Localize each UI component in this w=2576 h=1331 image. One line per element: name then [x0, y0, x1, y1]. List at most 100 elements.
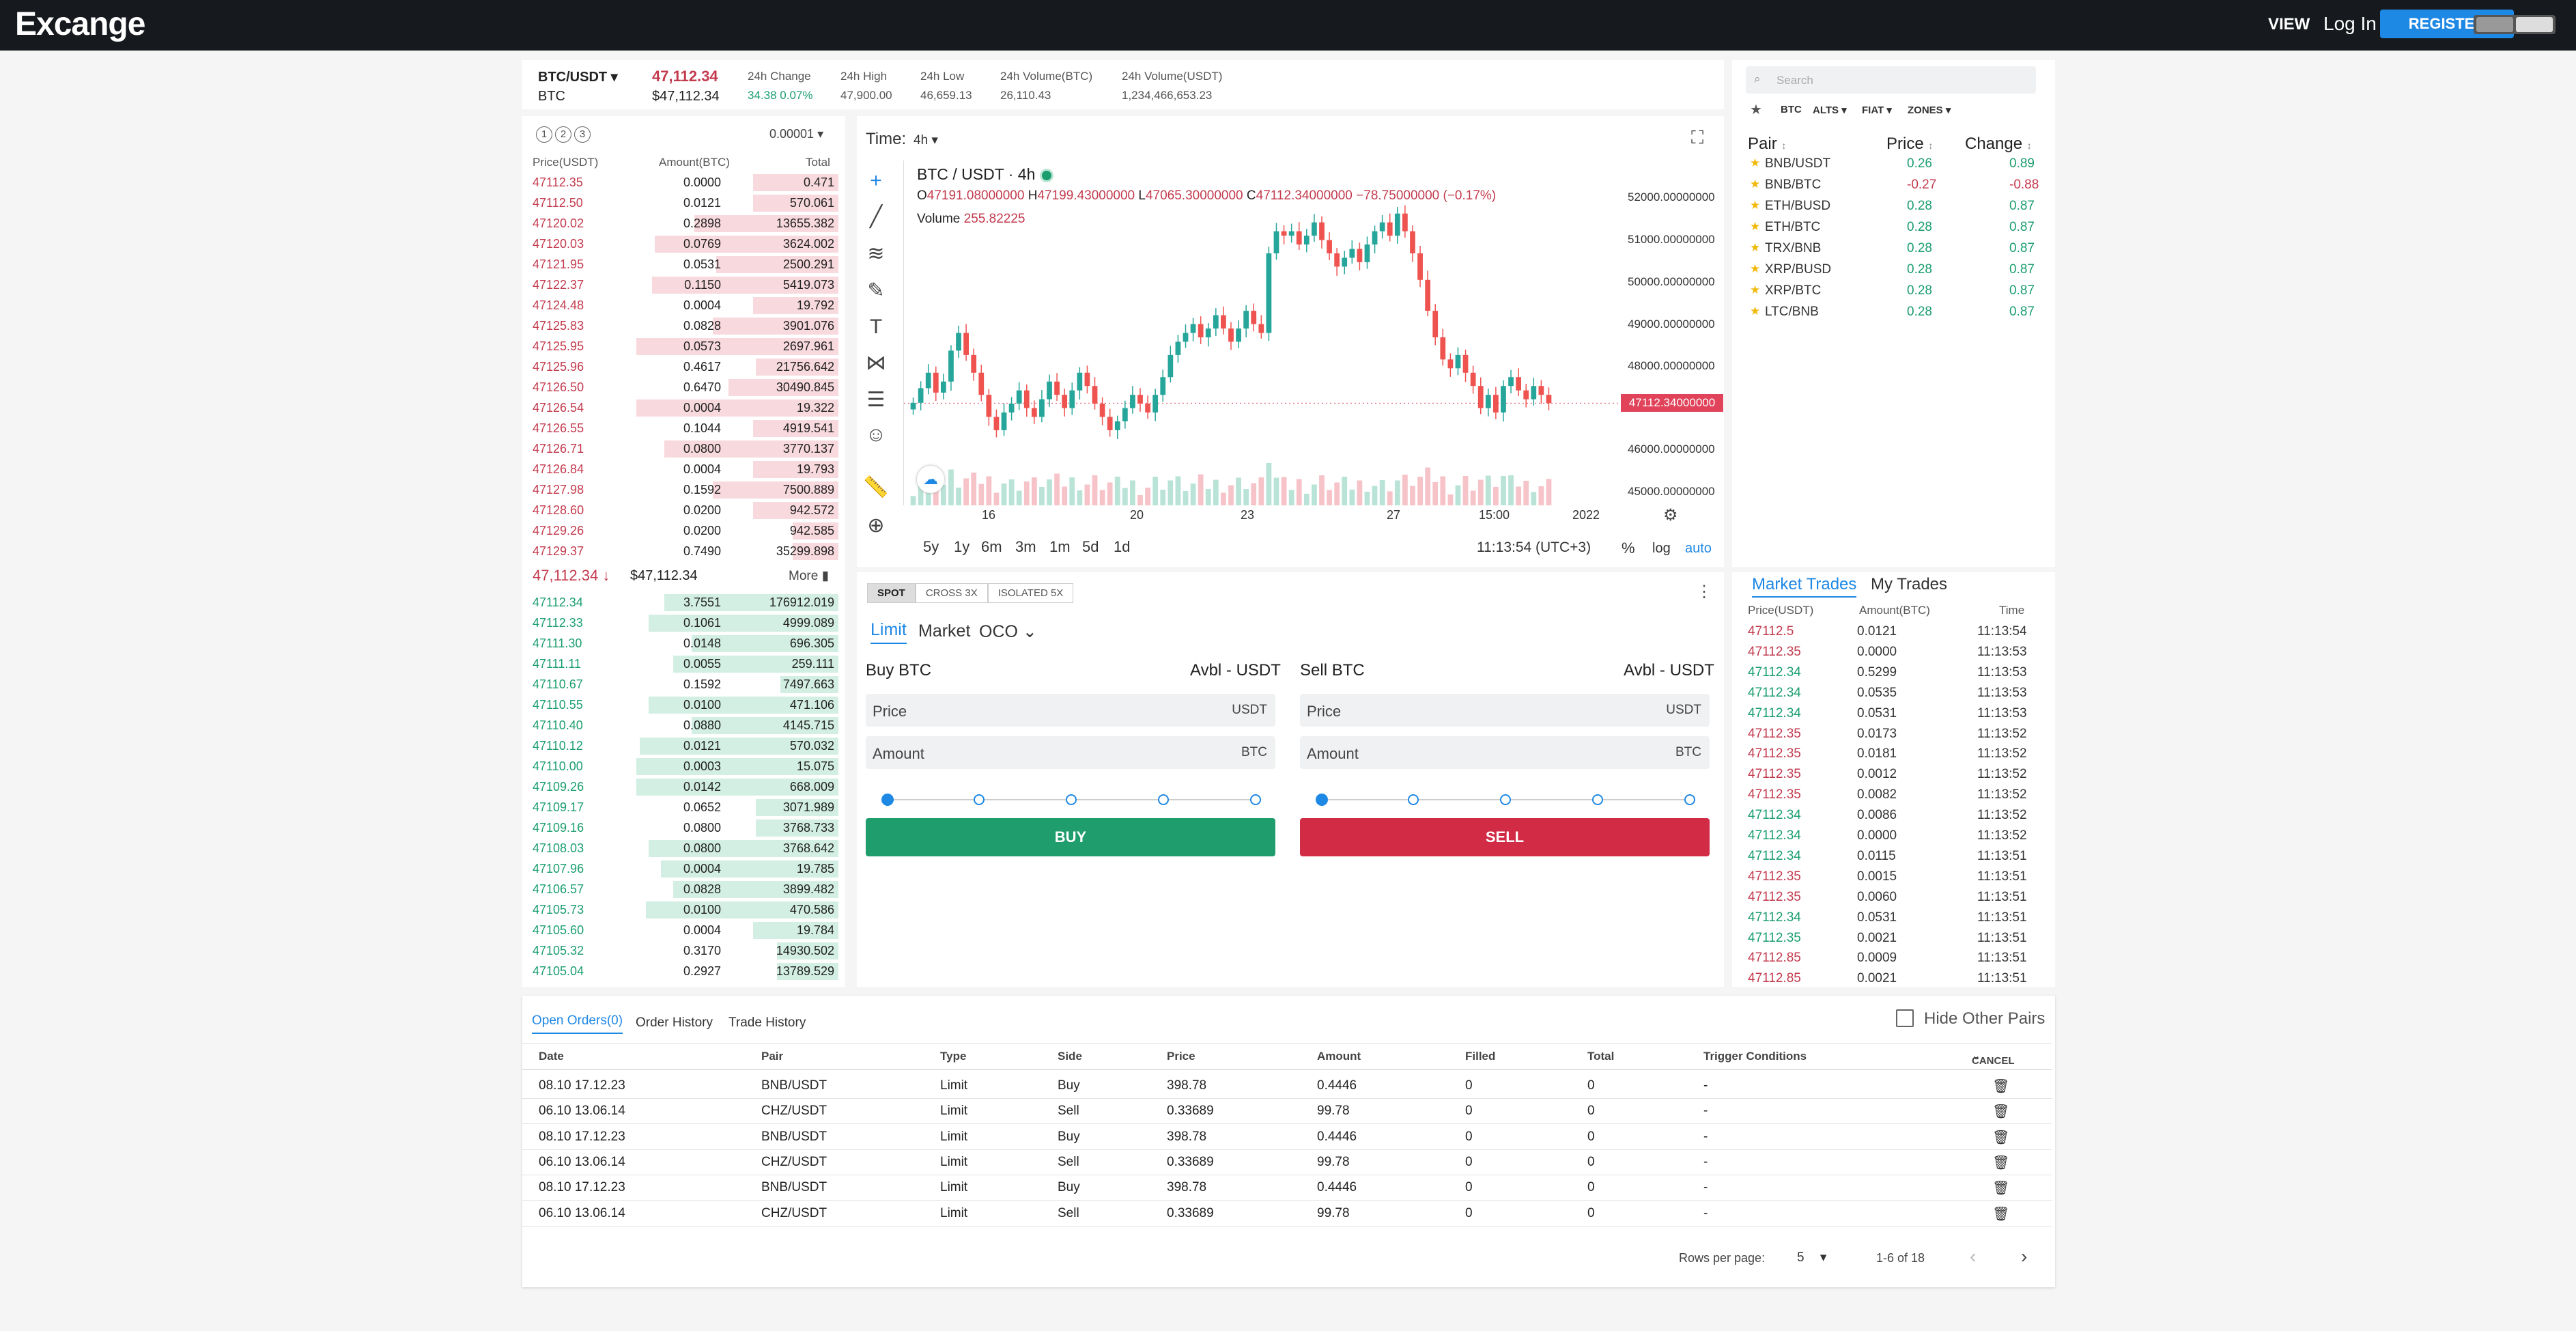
pair-row[interactable]: ★ BNB/USDT 0.26 0.89 [1750, 156, 2043, 177]
emoji-icon[interactable]: ☺ [862, 423, 890, 451]
login-link[interactable]: Log In [2323, 13, 2377, 35]
timeframe-1d[interactable]: 1d [1114, 538, 1130, 556]
orderbook-view-tabs[interactable]: 123 [536, 126, 591, 143]
buy-price-input[interactable]: Price USDT [866, 694, 1275, 727]
trend-line-icon[interactable]: ╱ [862, 205, 890, 232]
star-icon[interactable]: ★ [1750, 241, 1760, 255]
prev-page-icon[interactable]: ‹ [1970, 1246, 1976, 1267]
tab-my-trades[interactable]: My Trades [1871, 575, 1947, 594]
orderbook-row[interactable]: 47109.17 0.0652 3071.989 [533, 797, 838, 817]
sell-slider-handle[interactable] [1316, 794, 1328, 806]
timeframe-1m[interactable]: 1m [1049, 538, 1071, 556]
buy-amount-input[interactable]: Amount BTC [866, 736, 1275, 769]
star-icon[interactable]: ★ [1750, 178, 1760, 191]
orderbook-row[interactable]: 47105.60 0.0004 19.784 [533, 920, 838, 940]
orderbook-row[interactable]: 47111.11 0.0055 259.111 [533, 654, 838, 674]
buy-button[interactable]: BUY [866, 818, 1275, 856]
chart-settings-icon[interactable]: ⚙ [1663, 505, 1678, 525]
orderbook-row[interactable]: 47122.37 0.1150 5419.073 [533, 275, 838, 295]
sell-slider-step[interactable] [1684, 794, 1695, 805]
order-type-limit[interactable]: Limit [871, 620, 907, 644]
pair-row[interactable]: ★ BNB/BTC -0.27 -0.88 [1750, 178, 2043, 198]
filter-fiat[interactable]: FIAT ▾ [1862, 104, 1892, 116]
orderbook-row[interactable]: 47107.96 0.0004 19.785 [533, 858, 838, 879]
buy-slider-step[interactable] [1250, 794, 1261, 805]
filter-zones[interactable]: ZONES ▾ [1908, 104, 1951, 116]
orderbook-row[interactable]: 47110.55 0.0100 471.106 [533, 695, 838, 715]
col-price[interactable]: Price ↕ [1886, 135, 1933, 154]
filter-btc[interactable]: BTC [1781, 104, 1802, 115]
star-icon[interactable]: ★ [1750, 199, 1760, 212]
orderbook-row[interactable]: 47105.04 0.2927 13789.529 [533, 961, 838, 981]
buy-slider-step[interactable] [974, 794, 985, 805]
orderbook-row[interactable]: 47126.71 0.0800 3770.137 [533, 438, 838, 459]
percent-toggle[interactable]: % [1622, 540, 1635, 557]
orderbook-row[interactable]: 47120.02 0.2898 13655.382 [533, 213, 838, 234]
hide-other-checkbox[interactable] [1896, 1009, 1914, 1027]
theme-toggle[interactable] [2474, 15, 2556, 34]
sell-price-input[interactable]: Price USDT [1300, 694, 1710, 727]
tab-market-trades[interactable]: Market Trades [1752, 575, 1857, 598]
pair-row[interactable]: ★ ETH/BUSD 0.28 0.87 [1750, 199, 2043, 219]
auto-toggle[interactable]: auto [1685, 541, 1712, 557]
orderbook-row[interactable]: 47109.26 0.0142 668.009 [533, 776, 838, 797]
pair-row[interactable]: ★ XRP/BTC 0.28 0.87 [1750, 283, 2043, 304]
rows-per-page-select[interactable]: 5 ▾ [1797, 1250, 1826, 1265]
pair-row[interactable]: ★ XRP/BUSD 0.28 0.87 [1750, 262, 2043, 283]
brush-icon[interactable]: ✎ [862, 279, 890, 306]
crosshair-icon[interactable]: + [862, 169, 890, 197]
pattern-icon[interactable]: ⋈ [862, 351, 890, 378]
star-icon[interactable]: ★ [1750, 156, 1760, 170]
orderbook-row[interactable]: 47126.84 0.0004 19.793 [533, 459, 838, 479]
trash-icon[interactable]: 🗑 [1992, 1103, 2009, 1120]
timeframe-6m[interactable]: 6m [981, 538, 1002, 556]
text-tool-icon[interactable]: T [862, 316, 890, 343]
sell-slider-step[interactable] [1592, 794, 1603, 805]
star-filter-icon[interactable]: ★ [1750, 101, 1762, 118]
col-pair[interactable]: Pair ↕ [1748, 135, 1786, 154]
trash-icon[interactable]: 🗑 [1992, 1078, 2009, 1095]
logo[interactable]: Excange [15, 5, 145, 43]
orderbook-row[interactable]: 47112.50 0.0121 570.061 [533, 193, 838, 213]
orderbook-row[interactable]: 47110.67 0.1592 7497.663 [533, 674, 838, 695]
tab-open-orders[interactable]: Open Orders(0) [532, 1013, 623, 1034]
orderbook-row[interactable]: 47129.26 0.0200 942.585 [533, 520, 838, 541]
orderbook-row[interactable]: 47121.95 0.0531 2500.291 [533, 254, 838, 275]
view-tab[interactable]: 2 [555, 126, 571, 143]
pair-row[interactable]: ★ ETH/BTC 0.28 0.87 [1750, 220, 2043, 240]
log-toggle[interactable]: log [1652, 541, 1671, 557]
timeframe-5y[interactable]: 5y [923, 538, 939, 556]
pair-row[interactable]: ★ TRX/BNB 0.28 0.87 [1750, 241, 2043, 262]
mode-isolated[interactable]: ISOLATED 5X [987, 583, 1074, 603]
orderbook-row[interactable]: 47109.16 0.0800 3768.733 [533, 817, 838, 838]
orderbook-row[interactable]: 47120.03 0.0769 3624.002 [533, 234, 838, 254]
fib-tool-icon[interactable]: ≋ [862, 242, 890, 269]
view-menu[interactable]: VIEW [2268, 15, 2310, 34]
filter-alts[interactable]: ALTS ▾ [1813, 104, 1847, 116]
sell-amount-input[interactable]: Amount BTC [1300, 736, 1710, 769]
star-icon[interactable]: ★ [1750, 283, 1760, 297]
orderbook-row[interactable]: 47124.48 0.0004 19.792 [533, 295, 838, 316]
orderbook-row[interactable]: 47105.32 0.3170 14930.502 [533, 940, 838, 961]
tab-order-history[interactable]: Order History [636, 1015, 713, 1031]
next-page-icon[interactable]: › [2021, 1246, 2027, 1267]
timeframe-5d[interactable]: 5d [1082, 538, 1099, 556]
search-input[interactable]: ⌕ Search [1746, 66, 2036, 94]
col-change[interactable]: Change ↕ [1965, 135, 2032, 154]
order-type-oco[interactable]: OCO ⌄ [979, 621, 1037, 642]
orderbook-row[interactable]: 47125.83 0.0828 3901.076 [533, 316, 838, 336]
trash-icon[interactable]: 🗑 [1992, 1129, 2009, 1146]
pair-selector[interactable]: BTC/USDT ▾ [538, 68, 618, 85]
buy-slider-step[interactable] [1066, 794, 1077, 805]
star-icon[interactable]: ★ [1750, 220, 1760, 234]
cancel-all-menu[interactable]: CANCEL ⌄ [1972, 1050, 2015, 1067]
order-type-market[interactable]: Market [918, 621, 970, 641]
orderbook-row[interactable]: 47128.60 0.0200 942.572 [533, 500, 838, 520]
orderbook-row[interactable]: 47105.73 0.0100 470.586 [533, 899, 838, 920]
fullscreen-icon[interactable]: ⛶ [1691, 127, 1703, 149]
orderbook-row[interactable]: 47110.40 0.0880 4145.715 [533, 715, 838, 735]
interval-select[interactable]: 4h ▾ [914, 132, 938, 148]
orderbook-row[interactable]: 47106.57 0.0828 3899.482 [533, 879, 838, 899]
sell-slider-step[interactable] [1408, 794, 1419, 805]
orderbook-row[interactable]: 47129.37 0.7490 35299.898 [533, 541, 838, 561]
